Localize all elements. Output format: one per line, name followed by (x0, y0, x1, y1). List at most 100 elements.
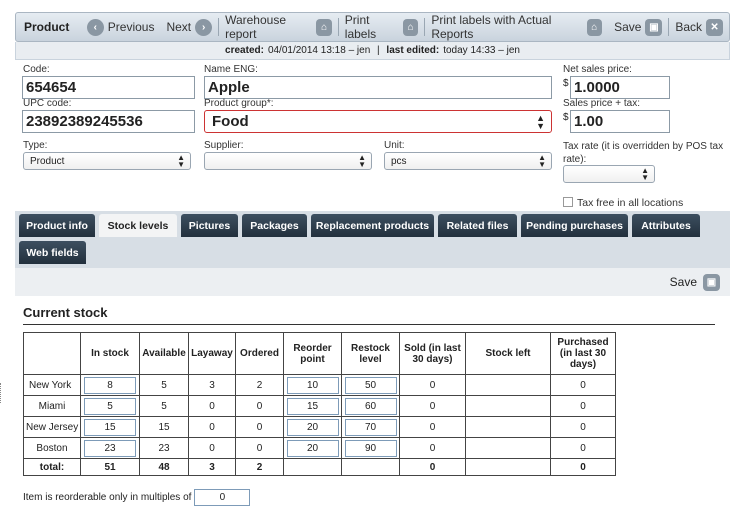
next-button[interactable]: Next › (160, 13, 218, 41)
table-row: New Jersey 15 15 0 0 20 70 0 0 (23, 416, 616, 438)
stock-left-cell (465, 437, 551, 459)
unit-label: Unit: (384, 140, 405, 151)
in-stock-input[interactable]: 8 (84, 376, 136, 394)
reorder-point-input[interactable]: 20 (286, 439, 339, 457)
total-in-stock: 51 (80, 458, 140, 476)
edited-value: today 14:33 – jen (443, 45, 520, 56)
code-field[interactable]: 654654 (22, 76, 195, 99)
print-labels-actual-button[interactable]: Print labels with Actual Reports ⌂ (425, 13, 608, 41)
upc-field[interactable]: 23892389245536 (22, 110, 195, 133)
reorder-point-input[interactable]: 20 (286, 418, 339, 436)
purchased-cell: 0 (550, 437, 616, 459)
in-stock-input[interactable]: 5 (84, 397, 136, 415)
layaway-cell: 0 (188, 437, 236, 459)
tab-stock-levels[interactable]: Stock levels (99, 214, 177, 237)
total-row: total: 51 48 3 2 0 0 (23, 458, 616, 476)
sold-cell: 0 (399, 395, 466, 417)
restock-level-input[interactable]: 50 (344, 376, 397, 394)
product-group-select[interactable]: Food ▲ ▼ (204, 110, 552, 133)
name-field[interactable]: Apple (204, 76, 552, 99)
reorder-point-input[interactable]: 10 (286, 376, 339, 394)
total-restock-level (341, 458, 400, 476)
table-header: Sold (in last 30 days) (399, 332, 466, 375)
restock-level-input[interactable]: 90 (344, 439, 397, 457)
net-price-field[interactable]: 1.0000 (570, 76, 670, 99)
floppy-icon: ▣ (645, 18, 663, 36)
purchased-cell: 0 (550, 416, 616, 438)
total-stock-left (465, 458, 551, 476)
reorder-point-input[interactable]: 15 (286, 397, 339, 415)
toolbar: Product ‹ Previous Next › Warehouse repo… (15, 12, 730, 42)
total-label: total: (23, 458, 81, 476)
tab-replacement-products[interactable]: Replacement products (311, 214, 434, 237)
currency-symbol: $ (563, 78, 569, 89)
product-group-label: Product group*: (204, 98, 274, 109)
tab-related-files[interactable]: Related files (438, 214, 517, 237)
reorder-point-cell: 15 (283, 395, 342, 417)
in-stock-cell: 8 (80, 374, 140, 396)
floppy-icon[interactable]: ▣ (703, 273, 720, 291)
tab-product-info[interactable]: Product info (19, 214, 95, 237)
print-labels-actual-label: Print labels with Actual Reports (431, 13, 552, 41)
tax-free-checkbox[interactable] (563, 197, 573, 207)
save-button[interactable]: Save ▣ (608, 13, 668, 41)
available-cell: 5 (139, 374, 189, 396)
tab-pending-purchases[interactable]: Pending purchases (521, 214, 628, 237)
lock-icon: ⌂ (586, 18, 603, 36)
select-arrows-icon: ▲ ▼ (538, 153, 546, 169)
table-header: Ordered (235, 332, 284, 375)
tax-rate-select[interactable]: ▲ ▼ (563, 165, 655, 183)
restock-level-input[interactable]: 60 (344, 397, 397, 415)
stock-save-bar: Save ▣ (15, 268, 730, 296)
tab-attributes[interactable]: Attributes (632, 214, 700, 237)
lock-icon: ⌂ (316, 18, 332, 36)
type-select[interactable]: Product ▲ ▼ (23, 152, 191, 170)
restock-level-cell: 60 (341, 395, 400, 417)
created-value: 04/01/2014 13:18 – jen (267, 45, 371, 56)
print-labels-button[interactable]: Print labels ⌂ (339, 13, 425, 41)
ordered-cell: 2 (235, 374, 284, 396)
supplier-select[interactable]: ▲ ▼ (204, 152, 372, 170)
purchased-cell: 0 (550, 395, 616, 417)
tab-web-fields[interactable]: Web fields (19, 241, 86, 264)
stock-save-label[interactable]: Save (670, 275, 697, 289)
total-layaway: 3 (188, 458, 236, 476)
table-header-location (23, 332, 81, 375)
in-stock-cell: 15 (80, 416, 140, 438)
unit-select[interactable]: pcs ▲ ▼ (384, 152, 552, 170)
location-cell: New York (23, 374, 81, 396)
record-meta: created: 04/01/2014 13:18 – jen | last e… (15, 42, 730, 60)
select-arrows-icon: ▲ ▼ (641, 166, 649, 182)
upc-label: UPC code: (23, 98, 72, 109)
available-cell: 15 (139, 416, 189, 438)
warehouse-report-button[interactable]: Warehouse report ⌂ (219, 13, 338, 41)
back-button[interactable]: Back ✕ (669, 13, 729, 41)
purchased-cell: 0 (550, 374, 616, 396)
tab-packages[interactable]: Packages (242, 214, 307, 237)
tax-rate-label: Tax rate (it is overridden by POS tax ra… (563, 141, 724, 165)
sold-cell: 0 (399, 374, 466, 396)
tab-pictures[interactable]: Pictures (181, 214, 238, 237)
restock-level-input[interactable]: 70 (344, 418, 397, 436)
in-stock-input[interactable]: 23 (84, 439, 136, 457)
resize-handle[interactable] (0, 383, 3, 403)
gross-price-field[interactable]: 1.00 (570, 110, 670, 133)
select-arrows-icon: ▲ ▼ (177, 153, 185, 169)
tab-bar: Product info Stock levels Pictures Packa… (15, 211, 730, 268)
in-stock-input[interactable]: 15 (84, 418, 136, 436)
reorder-multiple-input[interactable]: 0 (194, 489, 251, 506)
table-header: Available (139, 332, 189, 375)
select-arrows-icon: ▲ ▼ (358, 153, 366, 169)
total-available: 48 (139, 458, 189, 476)
previous-button[interactable]: ‹ Previous (81, 13, 161, 41)
warehouse-report-label: Warehouse report (225, 13, 286, 41)
reorder-point-cell: 20 (283, 416, 342, 438)
stock-left-cell (465, 416, 551, 438)
table-header: In stock (80, 332, 140, 375)
total-ordered: 2 (235, 458, 284, 476)
location-cell: Miami (23, 395, 81, 417)
product-group-value: Food (212, 113, 249, 130)
available-cell: 5 (139, 395, 189, 417)
reorder-multiple-label: Item is reorderable only in multiples of (23, 492, 192, 503)
ordered-cell: 0 (235, 395, 284, 417)
